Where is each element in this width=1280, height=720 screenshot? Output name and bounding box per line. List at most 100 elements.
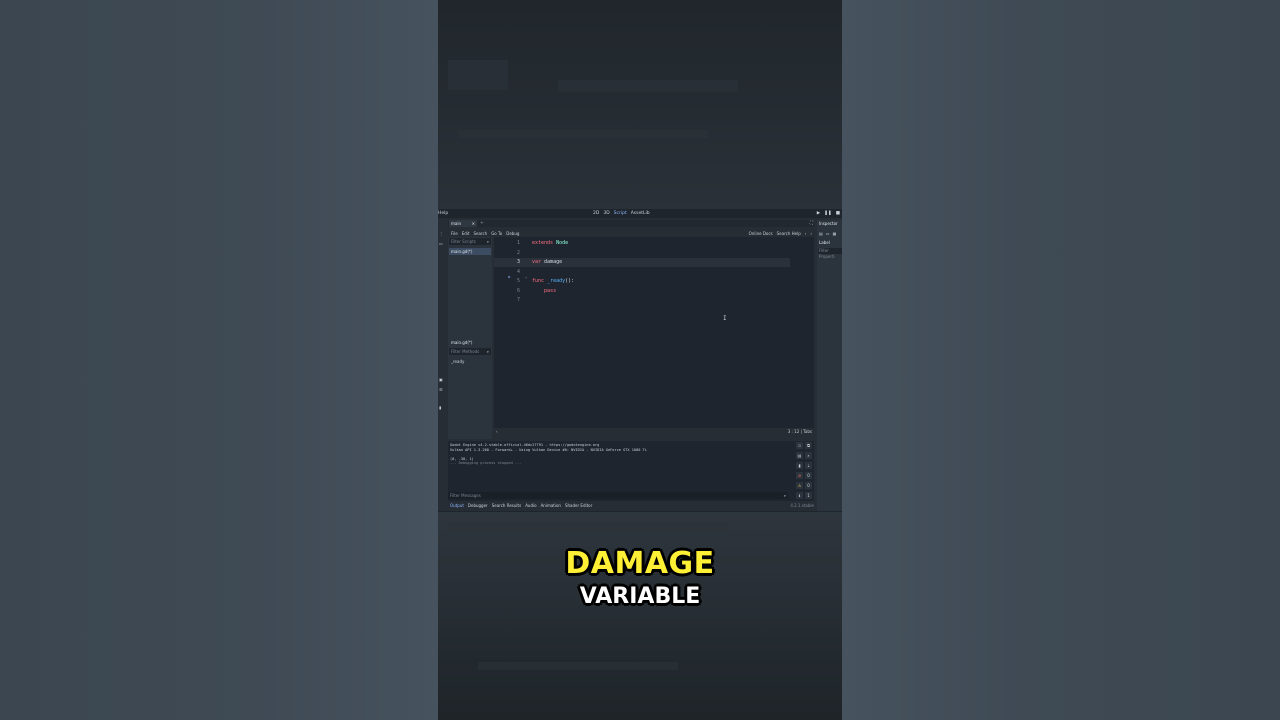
tab-main[interactable]: main ✕ bbox=[449, 220, 477, 227]
menu-goto[interactable]: Go To bbox=[491, 231, 502, 236]
workspace-modes: 2D 3D Script AssetLib bbox=[593, 211, 650, 216]
current-script-name: main.gd(*) bbox=[451, 340, 473, 345]
tab-shader-editor[interactable]: Shader Editor bbox=[565, 503, 592, 508]
error-icon[interactable]: ⊘ bbox=[796, 472, 803, 479]
code-line[interactable]: 7 bbox=[494, 296, 790, 305]
code-editor[interactable]: 76 pass 5 func _ready(): 4 3 var damage 2 1 exte… bbox=[494, 237, 814, 429]
text-cursor-icon: I bbox=[723, 315, 727, 322]
add-tab-icon[interactable]: + bbox=[480, 220, 484, 227]
output-message: Vulkan API 1.3.260 - Forward+ - Using Vu… bbox=[450, 447, 647, 452]
menu-file[interactable]: File bbox=[451, 231, 458, 236]
filter-properties-input[interactable]: Filter Properti bbox=[818, 248, 842, 259]
new-resource-icon[interactable]: ▤ bbox=[819, 231, 823, 236]
script-tabbar: main ✕ + ⛶ bbox=[448, 220, 814, 227]
save-icon[interactable]: ▦ bbox=[833, 231, 837, 236]
menu-edit[interactable]: Edit bbox=[462, 231, 470, 236]
info-count-icon[interactable]: 1 bbox=[805, 492, 812, 499]
pause-icon[interactable]: ❚❚ bbox=[824, 211, 832, 216]
code-line[interactable]: 3 var damage bbox=[494, 258, 790, 267]
toggle-icon[interactable]: ▤ bbox=[796, 452, 803, 459]
mode-3d[interactable]: 3D bbox=[603, 211, 609, 216]
dock-scene-icon[interactable]: ▣ bbox=[439, 377, 444, 382]
code-line[interactable]: 5 func _ready(): bbox=[494, 277, 790, 286]
line-number: 7 bbox=[516, 297, 520, 303]
output-message: --- Debugging process stopped --- bbox=[450, 461, 522, 466]
blurred-bottom-area bbox=[438, 512, 842, 720]
stop-icon[interactable]: ■ bbox=[836, 211, 840, 216]
line-number: 6 bbox=[516, 287, 520, 294]
search-icon[interactable]: ⌕ bbox=[805, 452, 812, 459]
inspector-panel: Inspector ▤ ▭ ▦ Label Filter Properti bbox=[817, 220, 842, 511]
editor-topbar: Help 2D 3D Script AssetLib ▶ ❚❚ ■ bbox=[438, 209, 842, 218]
dock-list-icon[interactable]: ☰ bbox=[439, 387, 444, 392]
code-line[interactable]: 1 extends Node bbox=[494, 239, 790, 248]
menu-search[interactable]: Search bbox=[473, 231, 487, 236]
godot-editor: Help 2D 3D Script AssetLib ▶ ❚❚ ■ ⋮ ▭ ▣ … bbox=[438, 209, 842, 511]
info-icon[interactable]: ℹ bbox=[796, 492, 803, 499]
search-icon: ⌕ bbox=[783, 493, 786, 498]
error-count-icon[interactable]: 0 bbox=[805, 472, 812, 479]
search-help-button[interactable]: Search Help bbox=[777, 231, 801, 236]
dock-menu-icon[interactable]: ⋮ bbox=[439, 231, 444, 236]
mode-assetlib[interactable]: AssetLib bbox=[631, 211, 650, 216]
run-controls: ▶ ❚❚ ■ bbox=[817, 211, 840, 216]
script-list-item[interactable]: main.gd(*) bbox=[449, 248, 491, 255]
output-tools: ♲ ⧉ ▤ ⌕ ▮ ⇣ ⊘ 0 ⚠ 0 ℹ 1 bbox=[796, 442, 814, 500]
tab-label: main bbox=[451, 221, 461, 226]
inspector-toolbar: ▤ ▭ ▦ bbox=[819, 231, 836, 236]
bottom-panel-tabs: Output Debugger Search Results Audio Ani… bbox=[448, 501, 818, 509]
menu-debug[interactable]: Debug bbox=[506, 231, 519, 236]
scripts-panel: Filter Scripts ⌕ main.gd(*) main.gd(*) F… bbox=[448, 237, 492, 439]
caption-line-1: DAMAGE bbox=[565, 546, 715, 581]
menubar-right: Online Docs Search Help ‹ › bbox=[749, 231, 814, 236]
code-text: func _ready(): bbox=[532, 278, 575, 284]
close-icon[interactable]: ✕ bbox=[472, 220, 475, 227]
dock-panel-icon[interactable]: ▮ bbox=[439, 405, 444, 410]
chevron-left-icon[interactable]: ‹ bbox=[496, 428, 498, 436]
tab-search-results[interactable]: Search Results bbox=[492, 503, 521, 508]
copy-icon[interactable]: ⧉ bbox=[805, 442, 812, 449]
expand-icon[interactable]: ⛶ bbox=[810, 220, 813, 227]
chevron-left-icon[interactable]: ‹ bbox=[805, 231, 807, 236]
tab-debugger[interactable]: Debugger bbox=[468, 503, 488, 508]
collapse-icon[interactable]: ⇣ bbox=[805, 462, 812, 469]
code-line[interactable]: 4 bbox=[494, 268, 790, 277]
method-list-item[interactable]: _ready bbox=[451, 359, 464, 364]
background-right bbox=[842, 0, 1280, 720]
filter-methods-placeholder: Filter Methods bbox=[451, 349, 480, 354]
code-line[interactable]: 2 bbox=[494, 249, 790, 258]
tab-animation[interactable]: Animation bbox=[541, 503, 561, 508]
filter-messages-placeholder: Filter Messages bbox=[450, 493, 481, 498]
fold-arrow-icon[interactable]: ⌄ bbox=[525, 274, 527, 279]
filter-scripts-input[interactable]: Filter Scripts ⌕ bbox=[449, 238, 491, 245]
method-override-icon[interactable]: ⇄ bbox=[508, 274, 510, 279]
search-icon: ⌕ bbox=[486, 239, 489, 244]
code-text: extends Node bbox=[532, 240, 569, 246]
filter-methods-input[interactable]: Filter Methods ⌕ bbox=[449, 348, 491, 355]
video-frame: Help 2D 3D Script AssetLib ▶ ❚❚ ■ ⋮ ▭ ▣ … bbox=[438, 0, 842, 720]
line-number: 5 bbox=[516, 278, 520, 284]
line-number: 3 bbox=[516, 259, 520, 265]
dock-node-icon[interactable]: ▭ bbox=[439, 241, 444, 246]
filter-scripts-placeholder: Filter Scripts bbox=[451, 239, 476, 244]
inspector-title[interactable]: Inspector bbox=[819, 221, 838, 226]
play-icon[interactable]: ▶ bbox=[817, 211, 820, 216]
group-icon[interactable]: ▮ bbox=[796, 462, 803, 469]
warning-count-icon[interactable]: 0 bbox=[805, 482, 812, 489]
help-menu[interactable]: Help bbox=[438, 211, 448, 216]
mode-2d[interactable]: 2D bbox=[593, 211, 599, 216]
background-left bbox=[0, 0, 438, 720]
code-text: pass bbox=[544, 287, 557, 294]
left-dock-icons: ⋮ ▭ ▣ ☰ ▮ bbox=[438, 227, 446, 427]
mode-script[interactable]: Script bbox=[614, 211, 627, 216]
open-folder-icon[interactable]: ▭ bbox=[826, 231, 830, 236]
tab-output[interactable]: Output bbox=[450, 503, 464, 508]
warning-icon[interactable]: ⚠ bbox=[796, 482, 803, 489]
filter-messages-input[interactable]: Filter Messages ⌕ bbox=[448, 492, 788, 499]
code-line[interactable]: 6 pass bbox=[494, 287, 790, 296]
online-docs-button[interactable]: Online Docs bbox=[749, 231, 773, 236]
clear-icon[interactable]: ♲ bbox=[796, 442, 803, 449]
chevron-right-icon[interactable]: › bbox=[810, 231, 812, 236]
tab-audio[interactable]: Audio bbox=[525, 503, 536, 508]
cursor-position: 3 : 12 | Tabs bbox=[787, 429, 812, 434]
